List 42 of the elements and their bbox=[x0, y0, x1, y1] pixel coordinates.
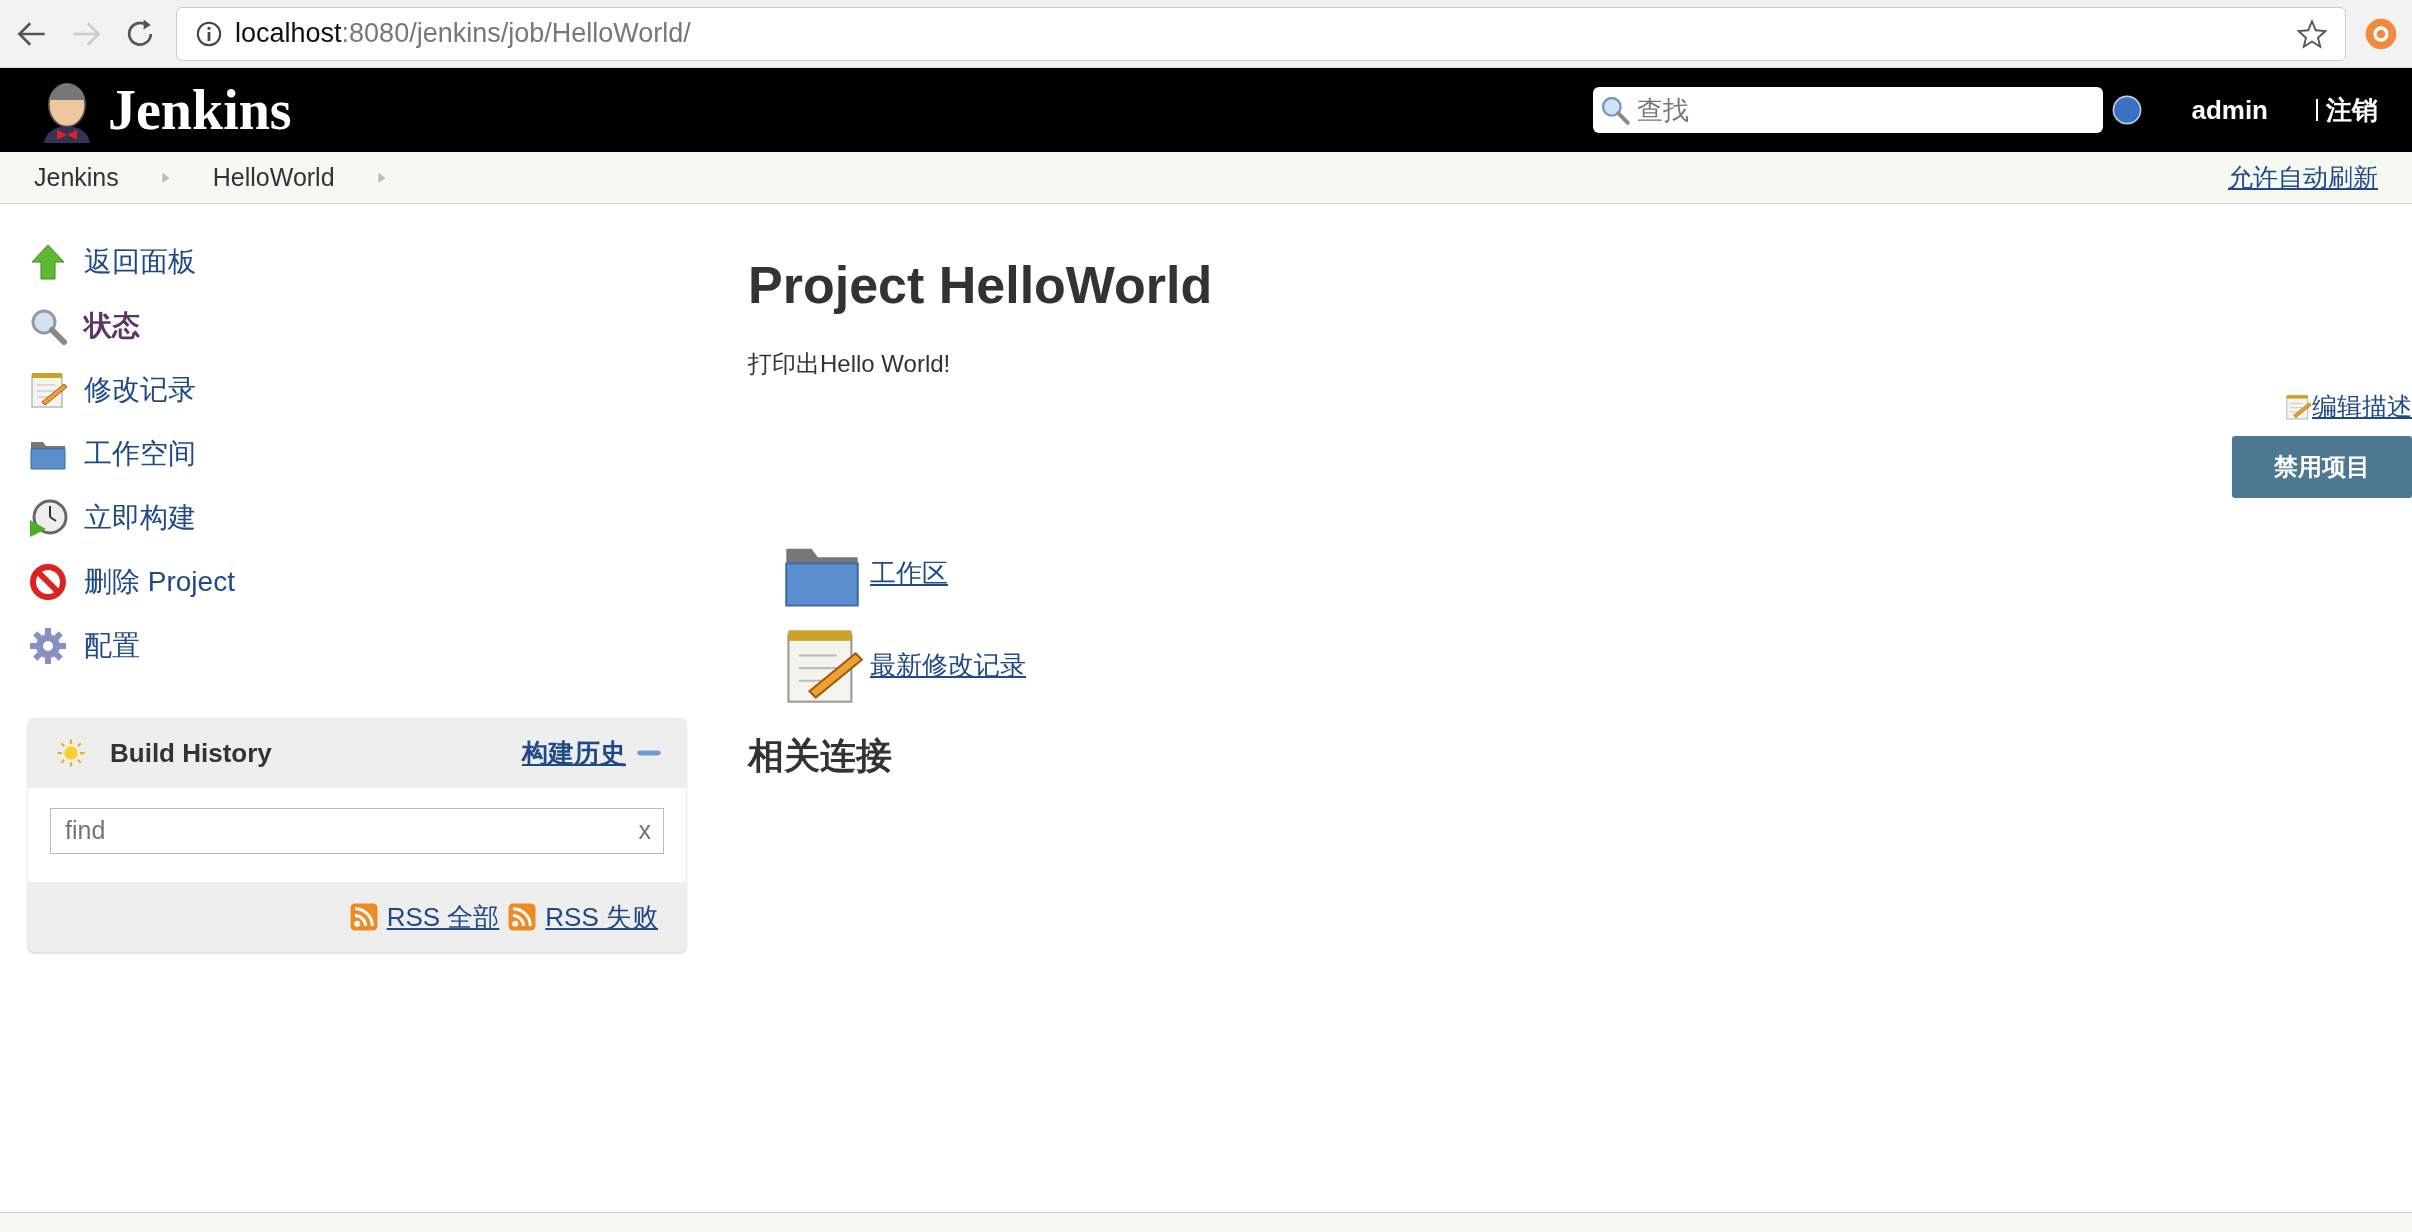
sidebar-item[interactable]: 修改记录 bbox=[28, 358, 672, 422]
sun-icon bbox=[56, 738, 86, 768]
url-text: localhost:8080/jenkins/job/HelloWorld/ bbox=[235, 17, 692, 51]
info-icon bbox=[195, 19, 223, 48]
disable-project-button[interactable]: 禁用项目 bbox=[2232, 435, 2412, 498]
find-box[interactable]: find x bbox=[50, 808, 664, 854]
search-icon bbox=[1599, 94, 1632, 126]
rss-icon[interactable] bbox=[348, 902, 379, 932]
sidebar-item[interactable]: 返回面板 bbox=[28, 230, 672, 294]
notepad-pencil-icon bbox=[2284, 393, 2312, 422]
rss-icon[interactable] bbox=[507, 902, 538, 932]
panel-title: Build History bbox=[110, 736, 272, 770]
breadcrumb-link[interactable]: Jenkins bbox=[34, 158, 119, 197]
sidebar-item[interactable]: 配置 bbox=[28, 614, 672, 678]
sidebar-item[interactable]: 立即构建 bbox=[28, 486, 672, 550]
build-history-link[interactable]: 构建历史 bbox=[522, 733, 626, 773]
project-link[interactable]: 工作区 bbox=[870, 554, 948, 594]
section-heading: 相关连接 bbox=[748, 733, 893, 778]
breadcrumb-link[interactable]: HelloWorld bbox=[212, 158, 335, 197]
search-box[interactable]: 查找 bbox=[1593, 87, 2104, 133]
project-title: Project HelloWorld bbox=[748, 255, 1214, 316]
sidebar-item[interactable]: 状态 bbox=[28, 294, 672, 358]
logout-link[interactable]: 注销 bbox=[2326, 90, 2378, 130]
address-bar[interactable]: localhost:8080/jenkins/job/HelloWorld/ bbox=[176, 6, 2346, 61]
clear-button[interactable]: x bbox=[638, 812, 651, 850]
sidebar-item[interactable]: 删除 Project bbox=[28, 550, 672, 614]
extension-icon[interactable] bbox=[2364, 16, 2398, 51]
auto-refresh-link[interactable]: 允许自动刷新 bbox=[2228, 158, 2378, 197]
star-icon[interactable] bbox=[2297, 18, 2327, 49]
project-link[interactable]: 最新修改记录 bbox=[870, 646, 1026, 686]
forbidden-icon bbox=[28, 562, 68, 602]
up-arrow-icon bbox=[28, 242, 68, 282]
sidebar-item[interactable]: 工作空间 bbox=[28, 422, 672, 486]
logo-text[interactable]: Jenkins bbox=[108, 68, 292, 152]
notepad-pencil-icon bbox=[28, 370, 68, 410]
project-description: 打印出Hello World! bbox=[748, 349, 952, 380]
rss-link[interactable]: RSS 失败 bbox=[545, 897, 658, 937]
user-link[interactable]: admin bbox=[2191, 90, 2268, 130]
rss-link[interactable]: RSS 全部 bbox=[386, 897, 500, 937]
gear-icon bbox=[28, 626, 68, 666]
clock-play-icon bbox=[28, 498, 68, 538]
edit-description-link[interactable]: 编辑描述 bbox=[2312, 388, 2412, 426]
